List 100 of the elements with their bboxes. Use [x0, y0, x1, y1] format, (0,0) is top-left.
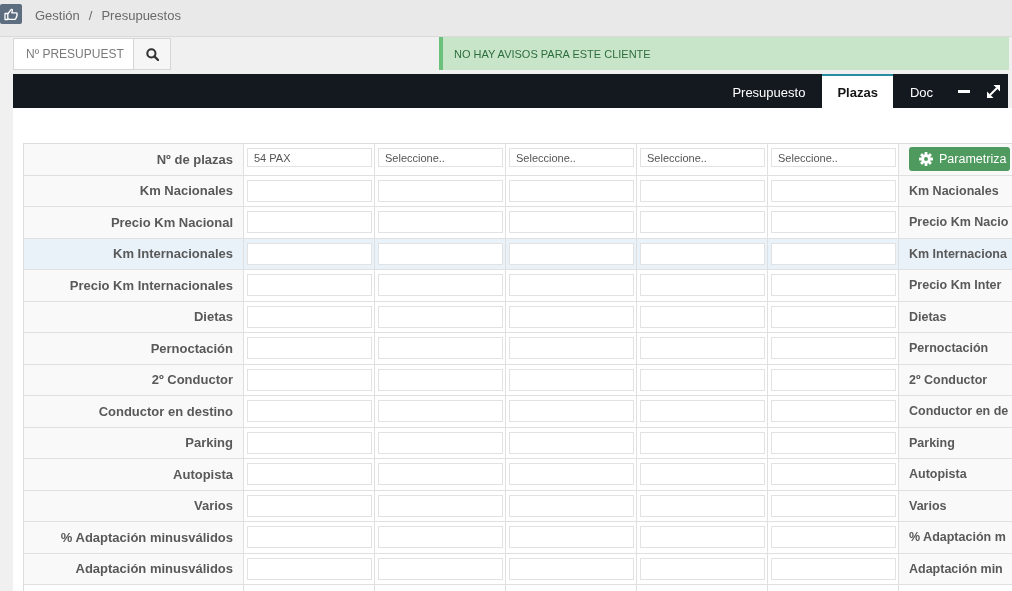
side-label: Precio Km Inter: [909, 278, 1002, 293]
input-field[interactable]: [378, 179, 503, 202]
side-label: Autopista: [909, 467, 967, 482]
input-field[interactable]: [247, 494, 372, 517]
tab[interactable]: Doc: [892, 74, 950, 108]
select-field[interactable]: Seleccione..: [378, 148, 503, 167]
input-field[interactable]: [509, 274, 634, 297]
input-field[interactable]: [247, 526, 372, 549]
input-field[interactable]: [640, 305, 765, 328]
input-field[interactable]: [509, 211, 634, 234]
input-field[interactable]: [640, 274, 765, 297]
row-header: Parking: [24, 427, 244, 458]
row-header: Nº de plazas: [24, 144, 244, 175]
input-field[interactable]: [771, 368, 896, 391]
input-field[interactable]: [640, 337, 765, 360]
input-field[interactable]: [640, 494, 765, 517]
input-field[interactable]: [378, 337, 503, 360]
input-field[interactable]: [247, 431, 372, 454]
input-field[interactable]: [640, 463, 765, 486]
input-field[interactable]: [640, 211, 765, 234]
row-header: Autopista: [24, 459, 244, 490]
side-label: Km Internaciona: [909, 246, 1007, 261]
input-field[interactable]: [247, 179, 372, 202]
input-field[interactable]: [378, 400, 503, 423]
tab[interactable]: Plazas: [822, 74, 893, 108]
gear-icon: [919, 152, 933, 167]
input-field[interactable]: [378, 431, 503, 454]
input-field[interactable]: [509, 557, 634, 580]
input-field[interactable]: [771, 431, 896, 454]
input-field[interactable]: [509, 337, 634, 360]
input-field[interactable]: [771, 337, 896, 360]
input-field[interactable]: [509, 400, 634, 423]
input-field[interactable]: [771, 494, 896, 517]
input-field[interactable]: [640, 400, 765, 423]
input-field[interactable]: [771, 463, 896, 486]
input-field[interactable]: [509, 494, 634, 517]
row-header: Pernoctación: [24, 333, 244, 364]
input-field[interactable]: [771, 179, 896, 202]
input-field[interactable]: [640, 526, 765, 549]
input-field[interactable]: [771, 211, 896, 234]
input-field[interactable]: [640, 368, 765, 391]
input-field[interactable]: [378, 305, 503, 328]
input-field[interactable]: [247, 368, 372, 391]
input-field[interactable]: [378, 274, 503, 297]
input-field[interactable]: [771, 526, 896, 549]
row-header: Dietas: [24, 301, 244, 332]
input-field[interactable]: [247, 337, 372, 360]
input-field[interactable]: [509, 431, 634, 454]
side-label: % Adaptación m: [909, 530, 1006, 545]
input-field[interactable]: [378, 463, 503, 486]
row-header: % Adaptación minusválidos: [24, 522, 244, 553]
input-field[interactable]: [378, 242, 503, 265]
side-label: 2º Conductor: [909, 372, 988, 387]
input-field[interactable]: [247, 274, 372, 297]
input-field[interactable]: [247, 305, 372, 328]
input-field[interactable]: [247, 242, 372, 265]
breadcrumb-link[interactable]: Gestión: [35, 7, 80, 23]
input-field[interactable]: [771, 305, 896, 328]
tab[interactable]: Presupuesto: [715, 74, 823, 108]
input-field[interactable]: [509, 526, 634, 549]
search-button[interactable]: [133, 38, 171, 70]
input-field[interactable]: [640, 557, 765, 580]
input-field[interactable]: [378, 368, 503, 391]
search-field[interactable]: Nº PRESUPUEST: [13, 38, 133, 70]
input-field[interactable]: [771, 274, 896, 297]
minus-icon[interactable]: [958, 89, 970, 93]
input-field[interactable]: [247, 463, 372, 486]
input-field[interactable]: [509, 463, 634, 486]
side-label: Parking: [909, 435, 955, 450]
input-field[interactable]: [640, 242, 765, 265]
side-label: Pernoctación: [909, 341, 989, 356]
input-field[interactable]: [640, 179, 765, 202]
search-icon: [145, 47, 159, 61]
input-field[interactable]: [509, 179, 634, 202]
input-field[interactable]: [509, 368, 634, 391]
input-field[interactable]: [247, 557, 372, 580]
breadcrumb-separator: /: [88, 7, 93, 23]
input-field[interactable]: [378, 211, 503, 234]
input-field[interactable]: [378, 557, 503, 580]
input-field[interactable]: [378, 526, 503, 549]
notice-banner: NO HAY AVISOS PARA ESTE CLIENTE: [439, 37, 1009, 70]
input-field[interactable]: [247, 400, 372, 423]
side-label: Varios: [909, 498, 947, 513]
input-field[interactable]: [771, 400, 896, 423]
side-label: Km Nacionales: [909, 183, 999, 198]
input-field[interactable]: [509, 305, 634, 328]
row-header: Conductor en destino: [24, 396, 244, 427]
select-field[interactable]: 54 PAX: [247, 148, 372, 167]
select-field[interactable]: Seleccione..: [640, 148, 765, 167]
row-header: 2º Conductor: [24, 364, 244, 395]
row-header: Adaptación minusválidos: [24, 553, 244, 584]
input-field[interactable]: [771, 557, 896, 580]
input-field[interactable]: [509, 242, 634, 265]
input-field[interactable]: [378, 494, 503, 517]
select-field[interactable]: Seleccione..: [771, 148, 896, 167]
input-field[interactable]: [247, 211, 372, 234]
input-field[interactable]: [771, 242, 896, 265]
select-field[interactable]: Seleccione..: [509, 148, 634, 167]
input-field[interactable]: [640, 431, 765, 454]
expand-icon[interactable]: [987, 84, 1000, 98]
